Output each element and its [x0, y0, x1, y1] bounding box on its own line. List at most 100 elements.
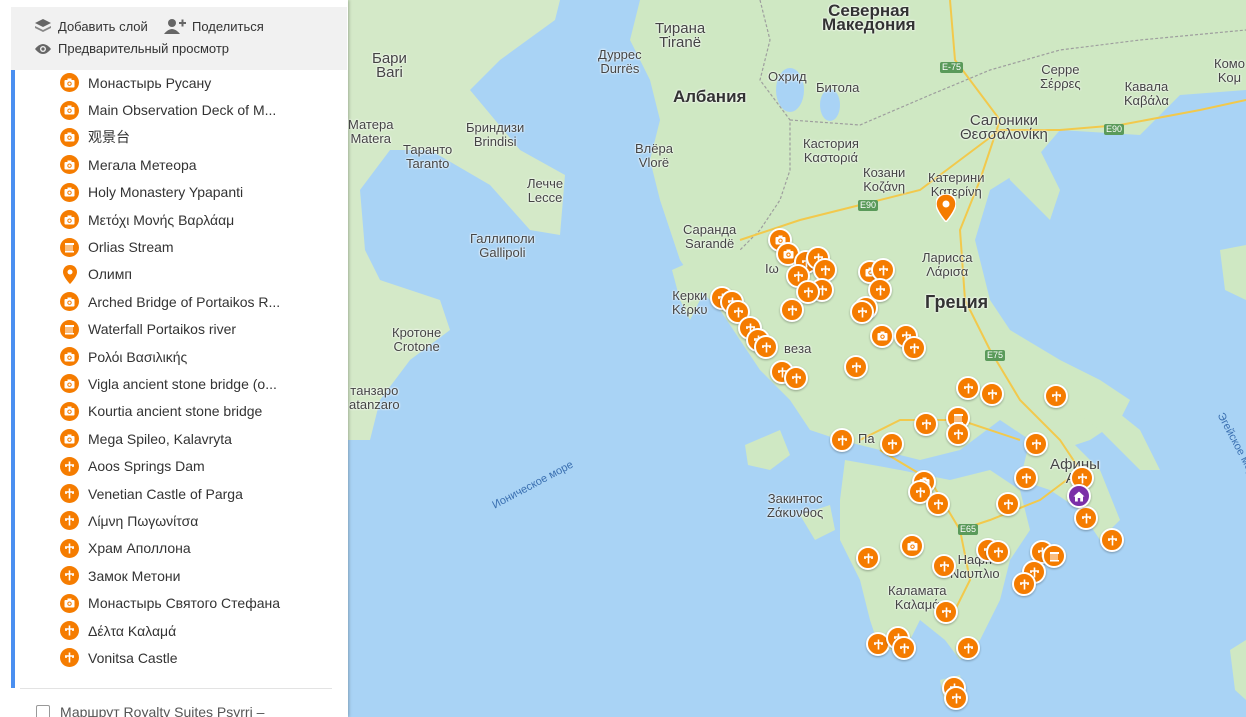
map-marker[interactable]	[956, 636, 980, 660]
attraction-icon	[909, 343, 919, 353]
map-marker[interactable]	[926, 492, 950, 516]
attraction-icon	[939, 561, 949, 571]
map-marker[interactable]	[980, 382, 1004, 406]
list-item[interactable]: Aoos Springs Dam	[55, 452, 340, 479]
map-marker[interactable]	[1042, 544, 1066, 568]
list-item[interactable]: Main Observation Deck of M...	[55, 96, 340, 123]
list-item-label: Мегала Метеора	[88, 156, 197, 173]
add-layer-button[interactable]: Добавить слой	[34, 18, 148, 34]
label-vlore: Влёра Vlorë	[635, 141, 673, 170]
map-marker[interactable]	[1012, 572, 1036, 596]
attraction-icon	[963, 383, 973, 393]
map-marker[interactable]	[946, 422, 970, 446]
camera-icon	[60, 374, 79, 394]
attraction-icon	[820, 265, 830, 275]
attraction-icon	[1003, 499, 1013, 509]
camera-icon	[60, 292, 79, 312]
attraction-icon	[60, 538, 79, 558]
list-item[interactable]: Waterfall Portaikos river	[55, 316, 340, 343]
attraction-icon	[60, 456, 79, 476]
pin-icon	[935, 193, 957, 224]
attraction-icon	[791, 373, 801, 383]
list-item[interactable]: Ρολόι Βασιλικής	[55, 343, 340, 370]
list-item[interactable]: Vonitsa Castle	[55, 644, 340, 671]
attraction-icon	[951, 693, 961, 703]
map-marker[interactable]	[1044, 384, 1068, 408]
list-item-label: Venetian Castle of Parga	[88, 485, 243, 502]
map-marker[interactable]	[900, 534, 924, 558]
map-marker[interactable]	[996, 492, 1020, 516]
map-marker[interactable]	[1014, 466, 1038, 490]
list-item[interactable]: Kourtia ancient stone bridge	[55, 398, 340, 425]
route-layer-checkbox[interactable]	[36, 705, 50, 717]
list-item[interactable]: Venetian Castle of Parga	[55, 480, 340, 507]
attraction-icon	[1081, 513, 1091, 523]
list-item[interactable]: Олимп	[55, 261, 340, 288]
label-sarande: Саранда Sarandë	[683, 222, 737, 251]
map-marker[interactable]	[934, 600, 958, 624]
list-item[interactable]: Храм Аполлона	[55, 535, 340, 562]
map-marker[interactable]	[754, 335, 778, 359]
share-button[interactable]: Поделиться	[164, 18, 264, 34]
map-marker[interactable]	[944, 686, 968, 710]
attraction-icon	[887, 439, 897, 449]
map-marker[interactable]	[1100, 528, 1124, 552]
map-marker[interactable]	[784, 366, 808, 390]
list-item-label: Храм Аполлона	[88, 540, 191, 557]
map-marker[interactable]	[956, 376, 980, 400]
list-item[interactable]: Монастырь Святого Стефана	[55, 589, 340, 616]
camera-icon	[907, 541, 917, 551]
preview-button[interactable]: Предварительный просмотр	[34, 41, 229, 56]
camera-icon	[60, 593, 79, 613]
attraction-icon	[60, 566, 79, 586]
map-marker[interactable]	[892, 636, 916, 660]
list-item-label: Mega Spileo, Kalavryta	[88, 430, 232, 447]
list-item[interactable]: 观景台	[55, 124, 340, 151]
list-item[interactable]: Δέλτα Καλαμά	[55, 617, 340, 644]
list-item-label: Vonitsa Castle	[88, 649, 178, 666]
road-shield: E65	[958, 524, 979, 535]
label-taranto: Таранто Taranto	[403, 142, 453, 171]
route-layer-item[interactable]: Маршрут Royalty Suites Psyrri –	[36, 704, 264, 717]
label-serres: Серре Σέρρες	[1040, 62, 1081, 91]
camera-icon	[60, 73, 79, 93]
divider	[20, 688, 332, 689]
map-marker[interactable]	[1074, 506, 1098, 530]
label-crotone: Кротоне Crotone	[392, 325, 442, 354]
list-item[interactable]: Vigla ancient stone bridge (o...	[55, 370, 340, 397]
list-item[interactable]: Монастырь Русану	[55, 69, 340, 96]
map-marker[interactable]	[914, 412, 938, 436]
map-marker[interactable]	[850, 300, 874, 324]
list-item[interactable]: Замок Метони	[55, 562, 340, 589]
list-item[interactable]: Λίμνη Πωγωνίτσα	[55, 507, 340, 534]
list-item[interactable]: Mega Spileo, Kalavryta	[55, 425, 340, 452]
home-icon	[1073, 491, 1085, 501]
list-item-label: 观景台	[88, 129, 130, 146]
map-marker[interactable]	[844, 355, 868, 379]
attraction-icon	[1019, 579, 1029, 589]
label-larisa: Ларисса Λάρισα	[922, 250, 973, 279]
camera-icon	[877, 331, 887, 341]
list-item[interactable]: Μετόχι Μονής Βαρλάαμ	[55, 206, 340, 233]
map-marker[interactable]	[780, 298, 804, 322]
list-item[interactable]: Arched Bridge of Portaikos R...	[55, 288, 340, 315]
road-shield: E90	[1104, 124, 1125, 135]
home-marker[interactable]	[1067, 484, 1091, 508]
map-marker[interactable]	[902, 336, 926, 360]
label-gallipoli: Галлиполи Gallipoli	[470, 231, 535, 260]
waterfall-icon	[60, 319, 79, 339]
map-marker[interactable]	[932, 554, 956, 578]
map-marker[interactable]	[880, 432, 904, 456]
attraction-icon	[60, 621, 79, 640]
map-marker[interactable]	[986, 540, 1010, 564]
list-item[interactable]: Holy Monastery Ypapanti	[55, 179, 340, 206]
map-marker[interactable]	[1024, 432, 1048, 456]
map-marker[interactable]	[856, 546, 880, 570]
list-item[interactable]: Мегала Метеора	[55, 151, 340, 178]
map-marker[interactable]	[830, 428, 854, 452]
map-pin-marker[interactable]	[935, 193, 957, 227]
label-komotini: Комо Κομ	[1214, 56, 1245, 85]
camera-icon	[60, 210, 79, 230]
map-marker[interactable]	[870, 324, 894, 348]
list-item[interactable]: Orlias Stream	[55, 233, 340, 260]
